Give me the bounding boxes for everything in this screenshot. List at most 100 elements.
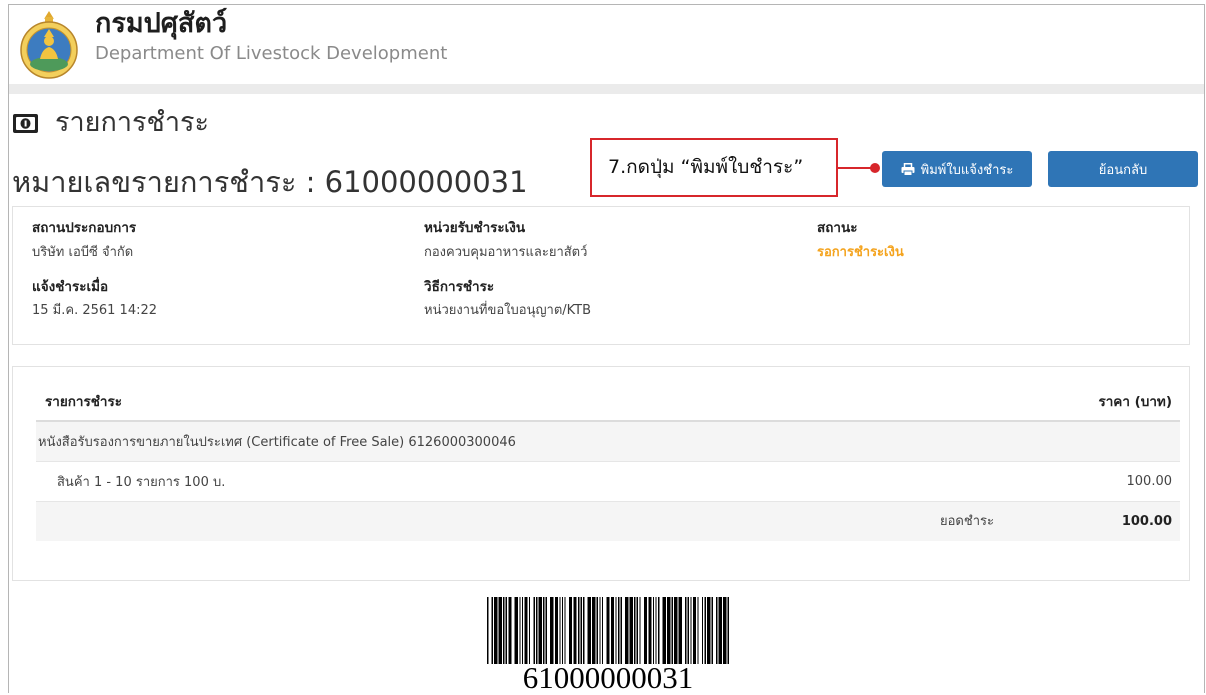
callout-connector-dot [870,163,880,173]
back-button[interactable]: ย้อนกลับ [1048,151,1198,187]
barcode-bar [678,597,682,664]
barcode-bar [508,597,512,664]
barcode-bar [545,597,548,664]
barcode-bar [503,597,505,664]
barcode-bar [658,597,660,664]
payment-number-value: 61000000031 [324,165,528,199]
barcode-bar [639,597,641,664]
table-row-document: หนังสือรับรองการขายภายในประเทศ (Certific… [36,422,1180,462]
barcode-bar [723,597,727,664]
barcode-bar [615,597,617,664]
barcode-bar [583,597,585,664]
payment-items-table: รายการชำระ ราคา (บาท) หนังสือรับรองการขา… [36,382,1180,541]
barcode-bar [711,597,713,664]
barcode-bar [671,597,673,664]
receiver-label: หน่วยรับชำระเงิน [424,220,526,236]
table-row-total: ยอดชำระ 100.00 [36,502,1180,541]
barcode-bar [662,597,666,664]
barcode-bar [528,597,531,664]
print-icon [901,162,915,176]
barcode-bar [701,597,704,664]
payment-number-heading: หมายเลขรายการชำระ : 61000000031 [12,162,528,202]
barcode-bar [618,597,620,664]
barcode-bar [643,597,648,664]
barcode-bar [727,597,729,664]
notified-at-value: 15 มี.ค. 2561 14:22 [32,303,158,318]
barcode-bar [514,597,518,664]
barcode-bar [573,597,577,664]
payment-barcode [487,597,729,664]
barcode-bar [536,597,538,664]
barcode-bar [577,597,580,664]
payment-number-label: หมายเลขรายการชำระ : [12,165,316,199]
barcode-bar [592,597,596,664]
column-header-price: ราคา (บาท) [1098,394,1172,410]
total-label: ยอดชำระ [940,514,994,529]
line-item-description: สินค้า 1 - 10 รายการ 100 บ. [57,475,226,490]
print-button-label: พิมพ์ใบแจ้งชำระ [920,162,1014,178]
barcode-bar [491,597,493,664]
barcode-bar [707,597,711,664]
instruction-callout: 7.กดปุ่ม “พิมพ์ใบชำระ” [590,138,838,197]
barcode-bar [487,597,489,664]
barcode-bar [587,597,591,664]
payment-info-panel: สถานประกอบการ บริษัท เอบีซี จำกัด แจ้งชำ… [12,206,1190,345]
barcode-bar [674,597,678,664]
barcode-bar [648,597,652,664]
notified-at-label: แจ้งชำระเมื่อ [32,279,109,295]
barcode-bar [667,597,671,664]
barcode-bar [634,597,636,664]
status-label: สถานะ [817,220,858,236]
barcode-bar [564,597,566,664]
header-divider-band [9,84,1204,94]
barcode-bar [620,597,622,664]
total-amount: 100.00 [1121,514,1172,529]
barcode-bar [606,597,610,664]
payment-method-label: วิธีการชำระ [424,279,495,295]
callout-connector-line [838,167,874,169]
receiver-value: กองควบคุมอาหารและยาสัตว์ [424,245,588,260]
barcode-bar [685,597,687,664]
barcode-bar [519,597,521,664]
barcode-bar [655,597,657,664]
payment-items-panel: รายการชำระ ราคา (บาท) หนังสือรับรองการขา… [12,366,1190,581]
barcode-bar [505,597,508,664]
business-label: สถานประกอบการ [32,220,137,236]
money-icon [13,114,38,133]
print-payment-slip-button[interactable]: พิมพ์ใบแจ้งชำระ [882,151,1032,187]
barcode-bar [625,597,629,664]
barcode-bar [533,597,535,664]
barcode-bar [498,597,502,664]
barcode-bar [596,597,598,664]
barcode-bar [561,597,564,664]
table-row: สินค้า 1 - 10 รายการ 100 บ. 100.00 [36,462,1180,502]
barcode-bar [610,597,615,664]
barcode-bar [690,597,692,664]
document-description: หนังสือรับรองการขายภายในประเทศ (Certific… [38,435,516,450]
barcode-bar [599,597,601,664]
barcode-bar [538,597,542,664]
barcode-bar [580,597,582,664]
barcode-number: 61000000031 [522,660,694,695]
line-item-price: 100.00 [1126,474,1173,489]
barcode-bar [550,597,554,664]
barcode-bar [601,597,604,664]
barcode-bar [554,597,558,664]
page-title: รายการชำระ [55,107,209,138]
barcode-bar [692,597,697,664]
barcode-bar [629,597,633,664]
barcode-bar [521,597,524,664]
barcode-bar [524,597,528,664]
barcode-bar [494,597,498,664]
barcode-bar [697,597,699,664]
barcode-bar [716,597,718,664]
table-header-row: รายการชำระ ราคา (บาท) [36,382,1180,422]
barcode-bar [559,597,561,664]
barcode-bar [636,597,639,664]
barcode-bar [704,597,706,664]
barcode-bar [543,597,545,664]
barcode-bar [687,597,689,664]
payment-method-value: หน่วยงานที่ขอใบอนุญาต/KTB [424,303,592,318]
column-header-item: รายการชำระ [45,394,122,410]
dld-emblem-logo [20,11,78,79]
